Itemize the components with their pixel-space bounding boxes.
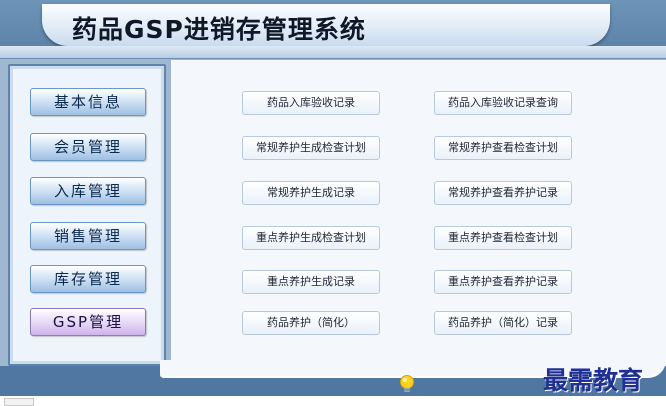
- nav-basic-info-button[interactable]: 基本信息: [30, 88, 146, 116]
- bottom-strip: [0, 396, 666, 406]
- routine-view-record-button[interactable]: 常规养护查看养护记录: [434, 181, 572, 205]
- bottom-strip-mark: [4, 398, 34, 406]
- app-title: 药品GSP进销存管理系统: [72, 15, 366, 44]
- key-generate-record-button[interactable]: 重点养护生成记录: [242, 270, 380, 294]
- key-generate-plan-button[interactable]: 重点养护生成检查计划: [242, 226, 380, 250]
- main-panel: 药品入库验收记录 药品入库验收记录查询 常规养护生成检查计划 常规养护查看检查计…: [170, 60, 666, 370]
- lightbulb-icon: [400, 375, 414, 392]
- drug-receipt-record-button[interactable]: 药品入库验收记录: [242, 91, 380, 115]
- header: 药品GSP进销存管理系统: [0, 0, 666, 59]
- nav-member-management-button[interactable]: 会员管理: [30, 133, 146, 161]
- routine-generate-record-button[interactable]: 常规养护生成记录: [242, 181, 380, 205]
- app-window: 药品GSP进销存管理系统 基本信息 会员管理 入库管理 销售管理 库存管理 GS…: [0, 0, 666, 406]
- watermark-text: 最需教育: [543, 366, 644, 395]
- drug-receipt-record-query-button[interactable]: 药品入库验收记录查询: [434, 91, 572, 115]
- nav-stock-in-management-button[interactable]: 入库管理: [30, 177, 146, 205]
- key-view-record-button[interactable]: 重点养护查看养护记录: [434, 270, 572, 294]
- nav-gsp-management-button[interactable]: GSP管理: [30, 308, 146, 336]
- title-panel: 药品GSP进销存管理系统: [42, 4, 610, 46]
- drug-maintenance-simple-record-button[interactable]: 药品养护（简化）记录: [434, 311, 572, 335]
- header-bar: [0, 46, 666, 59]
- drug-maintenance-simple-button[interactable]: 药品养护（简化）: [242, 311, 380, 335]
- nav-sales-management-button[interactable]: 销售管理: [30, 222, 146, 250]
- key-view-plan-button[interactable]: 重点养护查看检查计划: [434, 226, 572, 250]
- nav-inventory-management-button[interactable]: 库存管理: [30, 265, 146, 293]
- routine-view-plan-button[interactable]: 常规养护查看检查计划: [434, 136, 572, 160]
- sidebar: 基本信息 会员管理 入库管理 销售管理 库存管理 GSP管理: [8, 64, 166, 366]
- routine-generate-plan-button[interactable]: 常规养护生成检查计划: [242, 136, 380, 160]
